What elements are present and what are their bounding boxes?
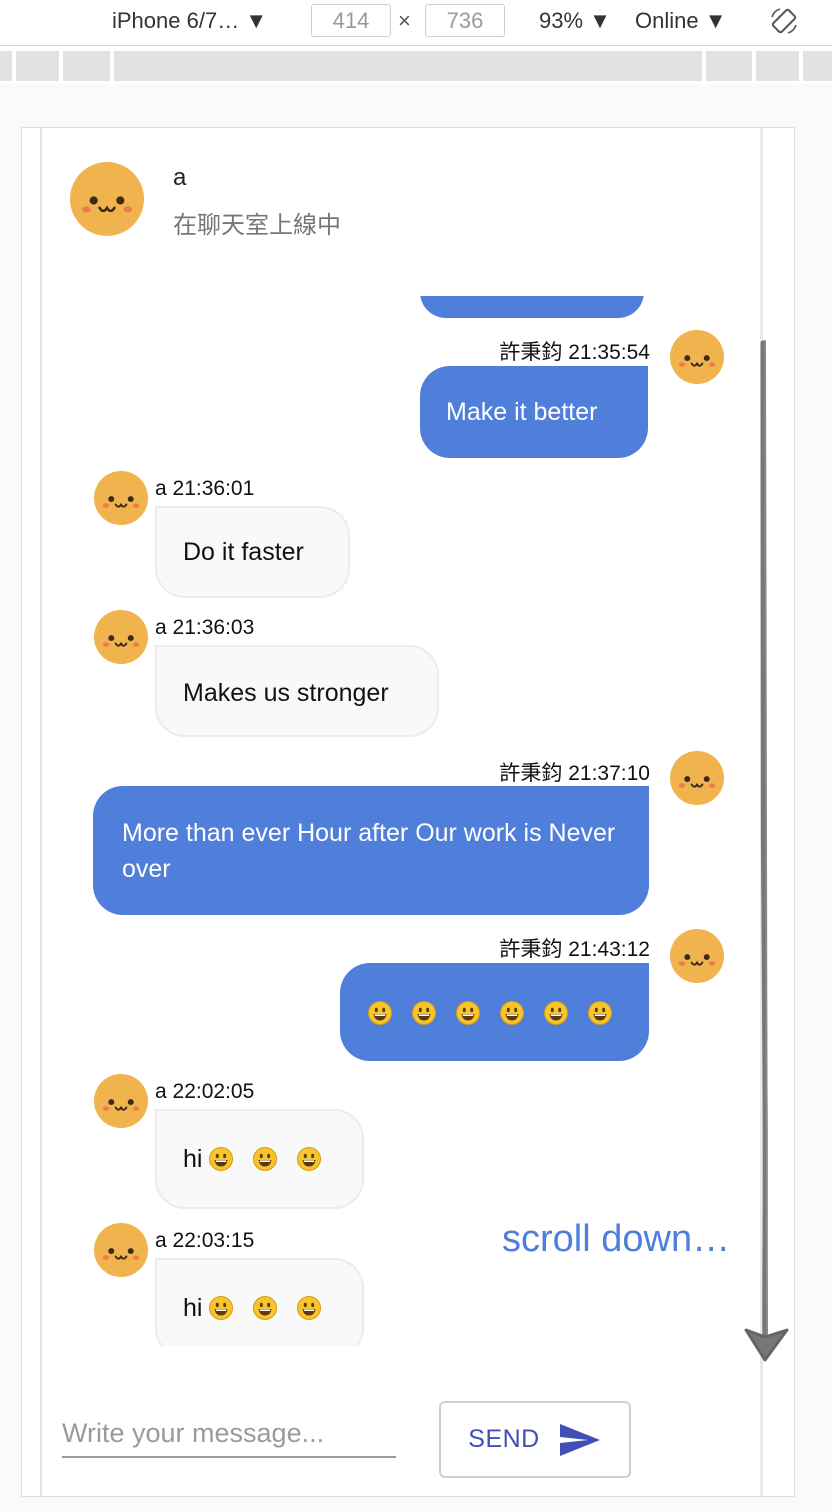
grinning-emoji-icon	[544, 1001, 568, 1025]
dropdown-caret-icon: ▼	[704, 8, 727, 33]
grinning-emoji-icon	[412, 1001, 436, 1025]
message-bubble: Make it better	[420, 366, 648, 458]
divider	[40, 128, 42, 1496]
message-text: hi	[183, 1294, 203, 1322]
message-bubble: hi	[155, 1258, 364, 1346]
chat-partner-name: a	[173, 164, 187, 191]
grinning-emoji-icon	[456, 1001, 480, 1025]
smiley-avatar-icon	[94, 471, 148, 525]
dropdown-caret-icon: ▼	[589, 8, 611, 33]
smiley-avatar-icon	[670, 751, 724, 805]
grinning-emoji-icon	[253, 1296, 277, 1320]
smiley-avatar-icon	[94, 1074, 148, 1128]
device-select[interactable]: iPhone 6/7… ▼	[112, 8, 267, 34]
grinning-emoji-icon	[209, 1296, 233, 1320]
message-meta: a 22:03:15	[155, 1229, 255, 1252]
online-status: 在聊天室上線中	[173, 212, 341, 239]
grinning-emoji-icon	[368, 1001, 392, 1025]
zoom-select[interactable]: 93% ▼	[539, 8, 611, 34]
grinning-emoji-icon	[253, 1147, 277, 1171]
smiley-avatar-icon	[670, 929, 724, 983]
grinning-emoji-icon	[500, 1001, 524, 1025]
scroll-down-annotation: scroll down…	[502, 1218, 731, 1260]
height-field[interactable]: 736	[425, 4, 505, 37]
rotate-icon[interactable]	[768, 5, 800, 37]
scroll-down-arrow-icon	[744, 340, 789, 1362]
message-text: hi	[183, 1145, 203, 1173]
send-button[interactable]: SEND	[439, 1401, 631, 1478]
message-input[interactable]	[62, 1410, 396, 1458]
zoom-label: 93%	[539, 8, 584, 33]
network-label: Online	[635, 8, 699, 33]
grinning-emoji-icon	[297, 1296, 321, 1320]
message-list[interactable]: 許秉鈞 21:35:54 Make it better a 21:36:01 D…	[62, 296, 752, 1346]
smiley-avatar-icon	[670, 330, 724, 384]
smiley-avatar-icon	[94, 1223, 148, 1277]
devtools-toolbar: iPhone 6/7… ▼ 414 × 736 93% ▼ Online ▼	[0, 0, 832, 46]
times-icon: ×	[398, 8, 411, 33]
message-meta: 許秉鈞 21:43:12	[499, 938, 650, 961]
message-meta: a 22:02:05	[155, 1080, 255, 1103]
message-meta: 許秉鈞 21:35:54	[499, 341, 650, 364]
grinning-emoji-icon	[297, 1147, 321, 1171]
message-bubble: hi	[155, 1109, 364, 1209]
width-field[interactable]: 414	[311, 4, 391, 37]
send-label: SEND	[468, 1425, 540, 1453]
message-bubble: Makes us stronger	[155, 645, 439, 737]
device-label: iPhone 6/7…	[112, 8, 240, 33]
message-meta: 許秉鈞 21:37:10	[499, 762, 650, 785]
smiley-avatar-icon	[94, 610, 148, 664]
network-select[interactable]: Online ▼	[635, 8, 727, 34]
message-bubble: More than ever Hour after Our work is Ne…	[93, 786, 649, 915]
media-query-bar	[0, 47, 832, 83]
message-meta: a 21:36:03	[155, 616, 255, 639]
grinning-emoji-icon	[588, 1001, 612, 1025]
grinning-emoji-icon	[209, 1147, 233, 1171]
message-bubble	[340, 963, 649, 1061]
message-bubble: Do it faster	[155, 506, 350, 598]
message-meta: a 21:36:01	[155, 477, 255, 500]
smiley-avatar-icon	[70, 162, 144, 236]
message-bubble-partial	[420, 296, 644, 318]
dropdown-caret-icon: ▼	[245, 8, 268, 33]
send-arrow-icon	[559, 1423, 600, 1456]
device-viewport: a 在聊天室上線中 許秉鈞 21:35:54 Make it better a …	[21, 127, 795, 1497]
